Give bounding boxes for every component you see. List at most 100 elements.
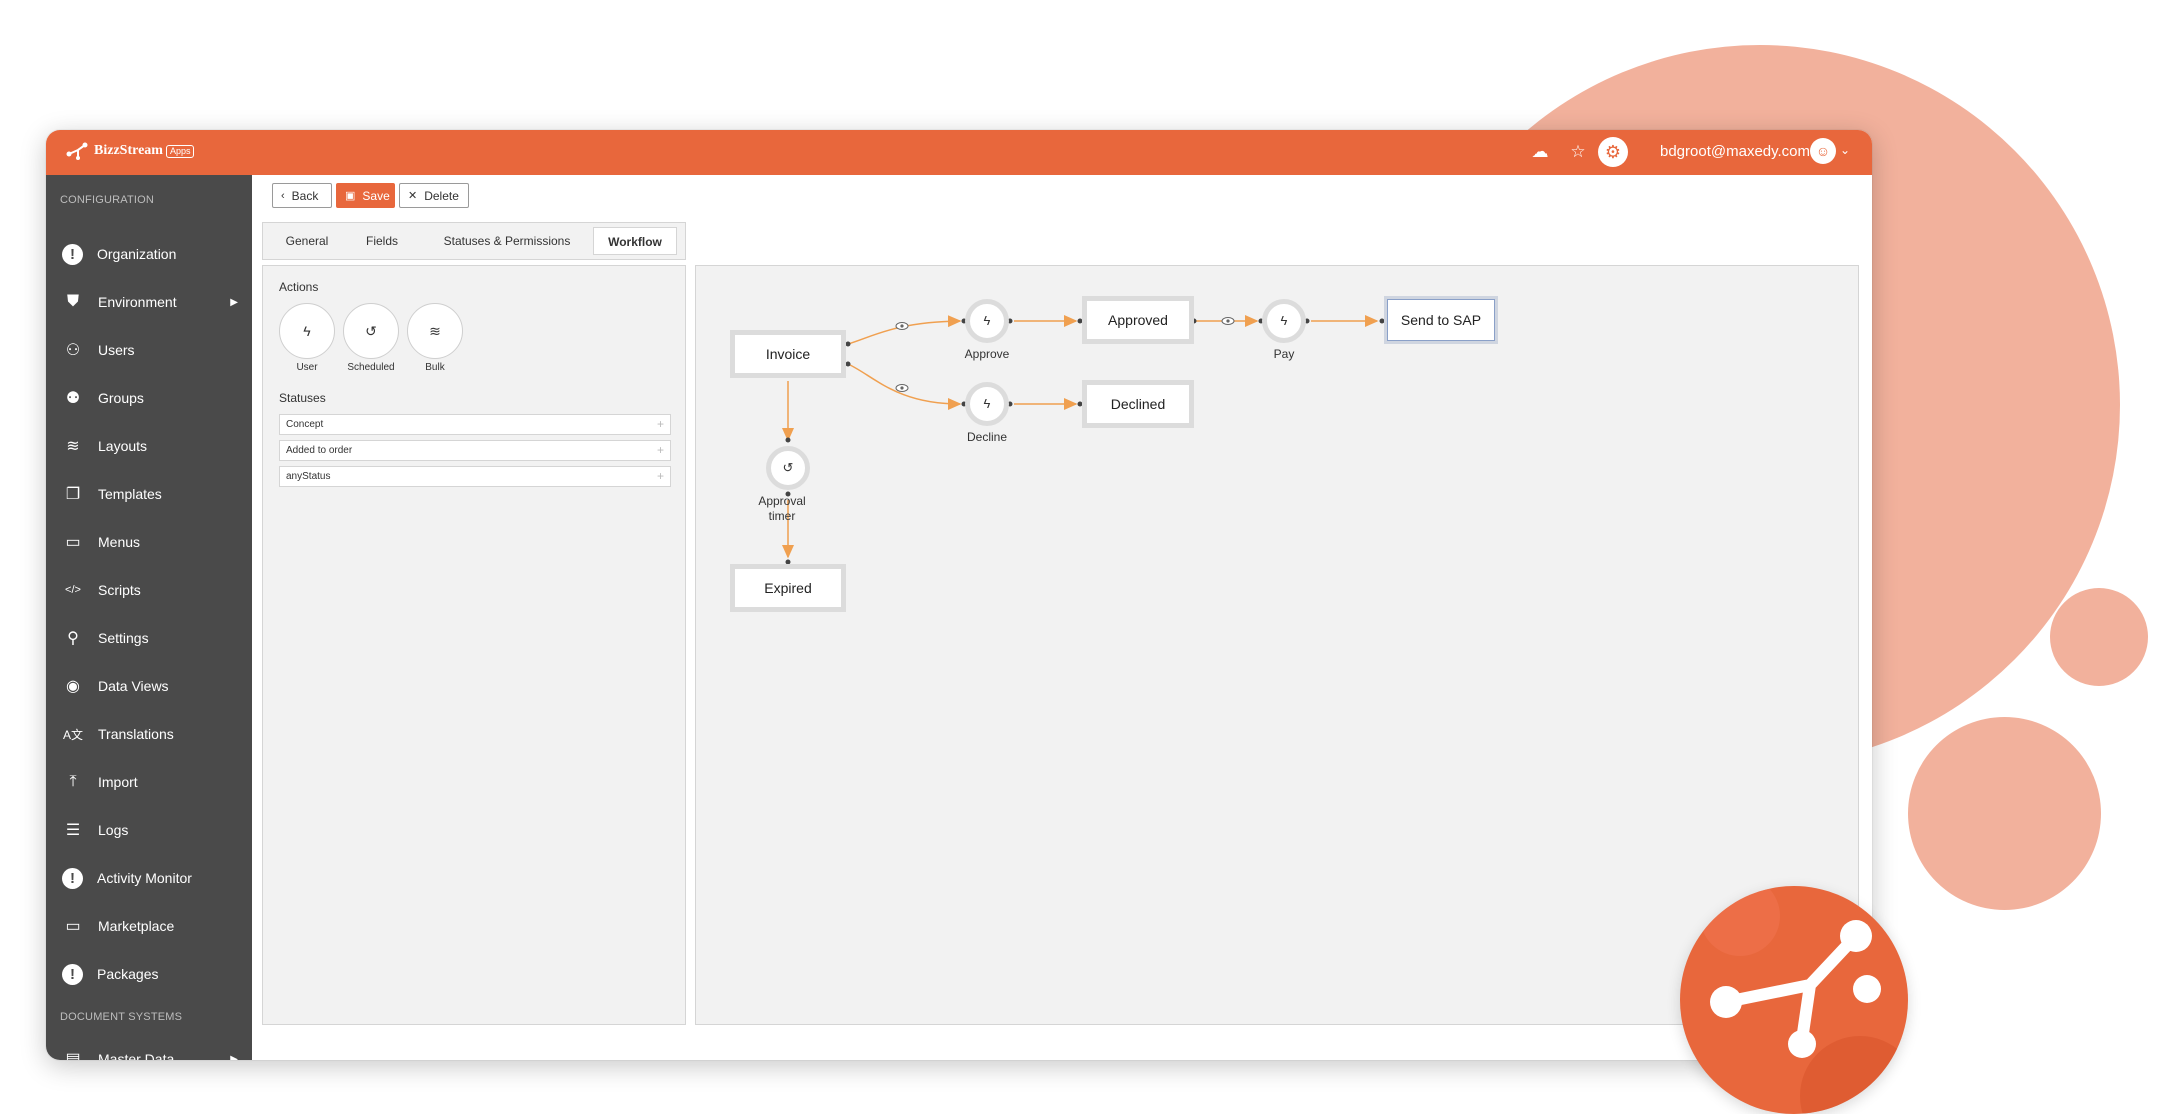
app-badge: Apps — [165, 144, 195, 158]
sidebar-item-label: Marketplace — [98, 918, 175, 934]
sidebar-item-label: Packages — [97, 966, 159, 982]
layers-icon: ≋ — [66, 438, 80, 455]
action-label-decline: Decline — [966, 430, 1008, 444]
sidebar-item-marketplace[interactable]: ▭ Marketplace — [46, 904, 252, 948]
chevron-left-icon: ‹ — [281, 189, 285, 202]
logs-icon: ☰ — [65, 822, 81, 839]
avatar-icon[interactable]: ☺ — [1810, 138, 1836, 164]
sidebar-item-label: Organization — [97, 246, 177, 262]
sidebar-item-import[interactable]: ⤒ Import — [46, 760, 252, 804]
sidebar-item-packages[interactable]: ! Packages — [46, 952, 252, 996]
sidebar: CONFIGURATION ! Organization ⛊ Environme… — [46, 175, 252, 1060]
plus-icon[interactable]: + — [657, 415, 664, 434]
import-icon: ⤒ — [69, 773, 77, 790]
tab-workflow[interactable]: Workflow — [593, 227, 677, 255]
status-node-declined[interactable]: Declined — [1082, 380, 1194, 428]
save-label: Save — [362, 188, 390, 203]
app-logo[interactable]: BizzStream Apps — [66, 142, 195, 160]
gear-icon[interactable]: ⚙ — [1598, 137, 1628, 167]
action-label: Bulk — [425, 362, 445, 373]
status-node-send-to-sap[interactable]: Send to SAP — [1384, 296, 1498, 344]
decor-circle-medium — [1908, 717, 2101, 910]
sidebar-item-label: Settings — [98, 630, 149, 646]
chevron-right-icon: ▶ — [230, 296, 238, 308]
sidebar-item-label: Templates — [98, 486, 162, 502]
back-label: Back — [291, 188, 319, 203]
sidebar-item-label: Users — [98, 342, 135, 358]
plus-icon[interactable]: + — [657, 441, 664, 460]
app-window: BizzStream Apps ☁ ☆ ⚙ bdgroot@maxedy.com… — [46, 130, 1872, 1060]
sidebar-item-label: Translations — [98, 726, 174, 742]
delete-button[interactable]: ✕ Delete — [399, 183, 469, 208]
save-button[interactable]: ▣ Save — [336, 183, 395, 208]
sidebar-item-groups[interactable]: ⚉ Groups — [46, 376, 252, 420]
sidebar-item-label: Logs — [98, 822, 129, 838]
groups-icon: ⚉ — [65, 390, 81, 407]
top-bar: BizzStream Apps ☁ ☆ ⚙ bdgroot@maxedy.com… — [46, 130, 1872, 175]
monitor-icon: ▭ — [65, 918, 81, 935]
status-item[interactable]: anyStatus + — [279, 466, 671, 487]
tab-fields[interactable]: Fields — [349, 227, 415, 255]
sidebar-item-data-views[interactable]: ◉ Data Views — [46, 664, 252, 708]
logo-icon — [1700, 886, 1908, 1114]
workflow-canvas[interactable]: Invoice Approved Send to SAP Declined Ex… — [695, 265, 1859, 1025]
status-node-invoice[interactable]: Invoice — [730, 330, 846, 378]
back-button[interactable]: ‹ Back — [272, 183, 332, 208]
sidebar-item-users[interactable]: ⚇ Users — [46, 328, 252, 372]
sidebar-item-activity-monitor[interactable]: ! Activity Monitor — [46, 856, 252, 900]
status-node-approved[interactable]: Approved — [1082, 296, 1194, 344]
lightning-icon[interactable]: ϟ — [965, 299, 1009, 343]
sidebar-item-logs[interactable]: ☰ Logs — [46, 808, 252, 852]
sidebar-item-templates[interactable]: ❐ Templates — [46, 472, 252, 516]
action-label: Scheduled — [347, 362, 395, 373]
sidebar-item-layouts[interactable]: ≋ Layouts — [46, 424, 252, 468]
logo-icon — [66, 142, 88, 160]
decor-circle-small — [2050, 588, 2148, 686]
status-item[interactable]: Concept + — [279, 414, 671, 435]
alert-icon: ! — [62, 867, 83, 889]
eye-icon: ◉ — [66, 678, 80, 695]
tab-statuses-permissions[interactable]: Statuses & Permissions — [421, 227, 593, 255]
status-node-expired[interactable]: Expired — [730, 564, 846, 612]
sidebar-item-menus[interactable]: ▭ Menus — [46, 520, 252, 564]
action-scheduled[interactable]: ↺ Scheduled — [343, 303, 399, 373]
sidebar-item-translations[interactable]: A文 Translations — [46, 712, 252, 756]
sidebar-item-master-data[interactable]: ▤ Master Data ▶ — [46, 1037, 252, 1060]
sidebar-item-settings[interactable]: ⚲ Settings — [46, 616, 252, 660]
lightning-icon: ϟ — [279, 303, 335, 359]
sidebar-item-label: Environment — [98, 294, 177, 310]
cloud-icon[interactable]: ☁ — [1530, 142, 1550, 162]
action-label-approval-timer: Approval timer — [758, 494, 806, 523]
chevron-right-icon: ▶ — [230, 1053, 238, 1061]
main-content: ‹ Back ▣ Save ✕ Delete General Fields St… — [252, 175, 1872, 1060]
settings-icon: ⚲ — [67, 630, 79, 647]
action-label-pay: Pay — [1273, 347, 1295, 361]
templates-icon: ❐ — [65, 486, 81, 503]
action-user[interactable]: ϟ User — [279, 303, 335, 373]
user-email[interactable]: bdgroot@maxedy.com — [1660, 143, 1810, 160]
plus-icon[interactable]: + — [657, 467, 664, 486]
sidebar-item-label: Activity Monitor — [97, 870, 192, 886]
lightning-icon[interactable]: ϟ — [965, 382, 1009, 426]
translate-icon: A文 — [62, 727, 83, 742]
sidebar-item-environment[interactable]: ⛊ Environment ▶ — [46, 280, 252, 324]
statuses-title: Statuses — [279, 391, 326, 405]
sidebar-item-label: Data Views — [98, 678, 169, 694]
lightning-icon[interactable]: ϟ — [1262, 299, 1306, 343]
action-label-approve: Approve — [964, 347, 1010, 361]
history-icon[interactable]: ↺ — [766, 446, 810, 490]
chevron-down-icon[interactable]: ⌄ — [1840, 143, 1850, 157]
sidebar-item-label: Menus — [98, 534, 141, 550]
star-icon[interactable]: ☆ — [1568, 142, 1588, 162]
action-label: User — [296, 362, 318, 373]
layers-icon: ≋ — [407, 303, 463, 359]
sidebar-item-organization[interactable]: ! Organization — [46, 232, 252, 276]
status-label: Added to order — [286, 445, 353, 456]
sidebar-section-document-systems: DOCUMENT SYSTEMS — [60, 1011, 183, 1023]
action-bulk[interactable]: ≋ Bulk — [407, 303, 463, 373]
environment-icon: ⛊ — [66, 293, 79, 310]
status-item[interactable]: Added to order + — [279, 440, 671, 461]
sidebar-item-scripts[interactable]: </> Scripts — [46, 568, 252, 612]
tab-general[interactable]: General — [269, 227, 345, 255]
alert-icon: ! — [62, 963, 83, 985]
